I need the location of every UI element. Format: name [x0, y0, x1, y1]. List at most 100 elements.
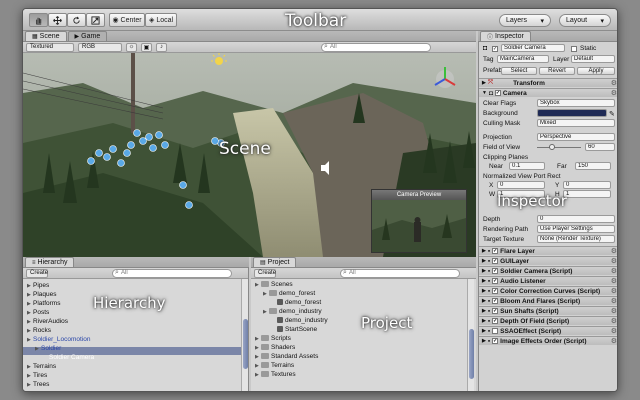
fov-slider-knob[interactable] [549, 144, 556, 150]
near-field[interactable]: 0.1 [509, 162, 545, 170]
background-color-field[interactable] [537, 109, 607, 117]
component-header[interactable]: ▶ ▪ ✓ Audio Listener ⚙ [479, 276, 617, 285]
tab-project[interactable]: ▤ Project [253, 257, 297, 267]
project-item[interactable]: ▶ Standard Assets [255, 353, 318, 360]
layer-dropdown[interactable]: Default [571, 55, 615, 63]
component-header[interactable]: ▶ ▪ SSAOEffect (Script) ⚙ [479, 326, 617, 335]
y-field[interactable]: 0 [563, 181, 611, 189]
hand-tool-button[interactable] [29, 13, 48, 27]
hierarchy-item[interactable]: ▶ Trees [27, 381, 49, 388]
component-header[interactable]: ▶ ▪ ✓ Depth Of Field (Script) ⚙ [479, 316, 617, 325]
component-header[interactable]: ▶ ▪ ✓ Sun Shafts (Script) ⚙ [479, 306, 617, 315]
hierarchy-scroll-thumb[interactable] [243, 319, 248, 369]
gear-icon[interactable]: ⚙ [611, 89, 617, 97]
transform-component-header[interactable]: ▶ ⤧ Transform ⚙ [479, 78, 617, 87]
component-enabled-checkbox[interactable]: ✓ [492, 308, 499, 314]
project-item[interactable]: demo_industry [271, 317, 328, 324]
hierarchy-search-input[interactable]: All [112, 268, 232, 278]
culling-mask-dropdown[interactable]: Mixed [537, 119, 615, 127]
hierarchy-item[interactable]: ▶ Soldier_Locomotion [27, 336, 90, 343]
component-enabled-checkbox[interactable]: ✓ [492, 338, 499, 344]
project-item[interactable]: ▶ Scripts [255, 335, 291, 342]
project-scrollbar[interactable] [467, 279, 474, 391]
hierarchy-item[interactable]: ▶ Rocks [27, 327, 51, 334]
fov-value-field[interactable]: 60 [585, 143, 615, 151]
h-field[interactable]: 1 [563, 190, 611, 198]
hierarchy-item[interactable]: ▶ Platforms [27, 300, 60, 307]
component-enabled-checkbox[interactable]: ✓ [492, 278, 499, 284]
gear-icon[interactable]: ⚙ [611, 277, 617, 285]
object-name-field[interactable]: Soldier Camera [501, 44, 565, 52]
gear-icon[interactable]: ⚙ [611, 267, 617, 275]
project-item[interactable]: ▶ demo_forest [263, 290, 315, 297]
pivot-center-button[interactable]: ◉ Center [109, 13, 145, 27]
prefab-select-button[interactable]: Select [501, 66, 537, 75]
gear-icon[interactable]: ⚙ [611, 307, 617, 315]
tab-scene[interactable]: ▦ Scene [25, 31, 67, 41]
component-enabled-checkbox[interactable]: ✓ [492, 298, 499, 304]
hierarchy-item[interactable]: ▶ Posts [27, 309, 49, 316]
hierarchy-item[interactable]: ▶ Terrains [27, 363, 56, 370]
object-active-checkbox[interactable]: ✓ [492, 45, 498, 52]
prefab-apply-button[interactable]: Apply [577, 66, 615, 75]
far-field[interactable]: 150 [575, 162, 611, 170]
hierarchy-item[interactable]: ▶ Pipes [27, 282, 49, 289]
hierarchy-item[interactable]: ▶ RiverAudios [27, 318, 68, 325]
render-mode-dropdown[interactable]: Textured [26, 42, 74, 52]
tab-inspector[interactable]: ⓘ Inspector [480, 31, 531, 41]
component-header[interactable]: ▶ ▪ ✓ Bloom And Flares (Script) ⚙ [479, 296, 617, 305]
eyedropper-icon[interactable]: ✎ [609, 110, 615, 118]
hierarchy-scrollbar[interactable] [241, 279, 248, 391]
component-enabled-checkbox[interactable] [492, 328, 499, 334]
gear-icon[interactable]: ⚙ [611, 317, 617, 325]
hierarchy-create-button[interactable]: Create [26, 268, 48, 278]
static-checkbox[interactable] [571, 45, 577, 52]
component-enabled-checkbox[interactable]: ✓ [492, 248, 499, 254]
target-texture-field[interactable]: None (Render Texture) [537, 235, 615, 243]
project-item[interactable]: ▶ Terrains [255, 362, 294, 369]
hierarchy-item[interactable]: Soldier Camera [43, 354, 94, 361]
gear-icon[interactable]: ⚙ [611, 337, 617, 345]
move-tool-button[interactable] [48, 13, 67, 27]
prefab-revert-button[interactable]: Revert [539, 66, 575, 75]
image-toggle[interactable]: ▣ [141, 42, 152, 52]
hierarchy-item[interactable]: ▶ Soldier [35, 345, 61, 352]
component-header[interactable]: ▶ ▪ ✓ Soldier Camera (Script) ⚙ [479, 266, 617, 275]
gear-icon[interactable]: ⚙ [611, 297, 617, 305]
layout-dropdown[interactable]: Layout ▾ [559, 14, 611, 27]
component-header[interactable]: ▶ ▪ ✓ Flare Layer ⚙ [479, 246, 617, 255]
depth-field[interactable]: 0 [537, 215, 615, 223]
gear-icon[interactable]: ⚙ [611, 327, 617, 335]
gear-icon[interactable]: ⚙ [611, 287, 617, 295]
component-header[interactable]: ▶ ▪ ✓ Image Effects Order (Script) ⚙ [479, 336, 617, 345]
clear-flags-dropdown[interactable]: Skybox [537, 99, 615, 107]
project-item[interactable]: demo_forest [271, 299, 321, 306]
projection-dropdown[interactable]: Perspective [537, 133, 615, 141]
hierarchy-item[interactable]: ▶ Tires [27, 372, 47, 379]
rotate-tool-button[interactable] [67, 13, 86, 27]
camera-enabled-checkbox[interactable]: ✓ [494, 90, 501, 96]
gear-icon[interactable]: ⚙ [611, 257, 617, 265]
component-enabled-checkbox[interactable]: ✓ [492, 318, 499, 324]
fov-slider-track[interactable] [537, 147, 581, 148]
x-field[interactable]: 0 [497, 181, 545, 189]
project-create-button[interactable]: Create [254, 268, 276, 278]
tab-game[interactable]: ▶ Game [67, 31, 108, 41]
component-header[interactable]: ▶ ▪ ✓ GUILayer ⚙ [479, 256, 617, 265]
project-scroll-thumb[interactable] [469, 329, 474, 379]
project-item[interactable]: ▶ Scenes [255, 281, 293, 288]
project-search-input[interactable]: All [340, 268, 460, 278]
hierarchy-item[interactable]: ▶ Plaques [27, 291, 57, 298]
color-mode-dropdown[interactable]: RGB [78, 42, 122, 52]
layers-dropdown[interactable]: Layers ▾ [499, 14, 551, 27]
pivot-local-button[interactable]: ◈ Local [145, 13, 177, 27]
gear-icon[interactable]: ⚙ [611, 79, 617, 87]
project-item[interactable]: ▶ Textures [255, 371, 296, 378]
tag-dropdown[interactable]: MainCamera [497, 55, 549, 63]
scale-tool-button[interactable] [86, 13, 105, 27]
scene-search-input[interactable]: All [321, 42, 431, 52]
component-enabled-checkbox[interactable]: ✓ [492, 258, 499, 264]
project-item[interactable]: StartScene [271, 326, 317, 333]
project-item[interactable]: ▶ Shaders [255, 344, 295, 351]
component-header[interactable]: ▶ ▪ ✓ Color Correction Curves (Script) ⚙ [479, 286, 617, 295]
